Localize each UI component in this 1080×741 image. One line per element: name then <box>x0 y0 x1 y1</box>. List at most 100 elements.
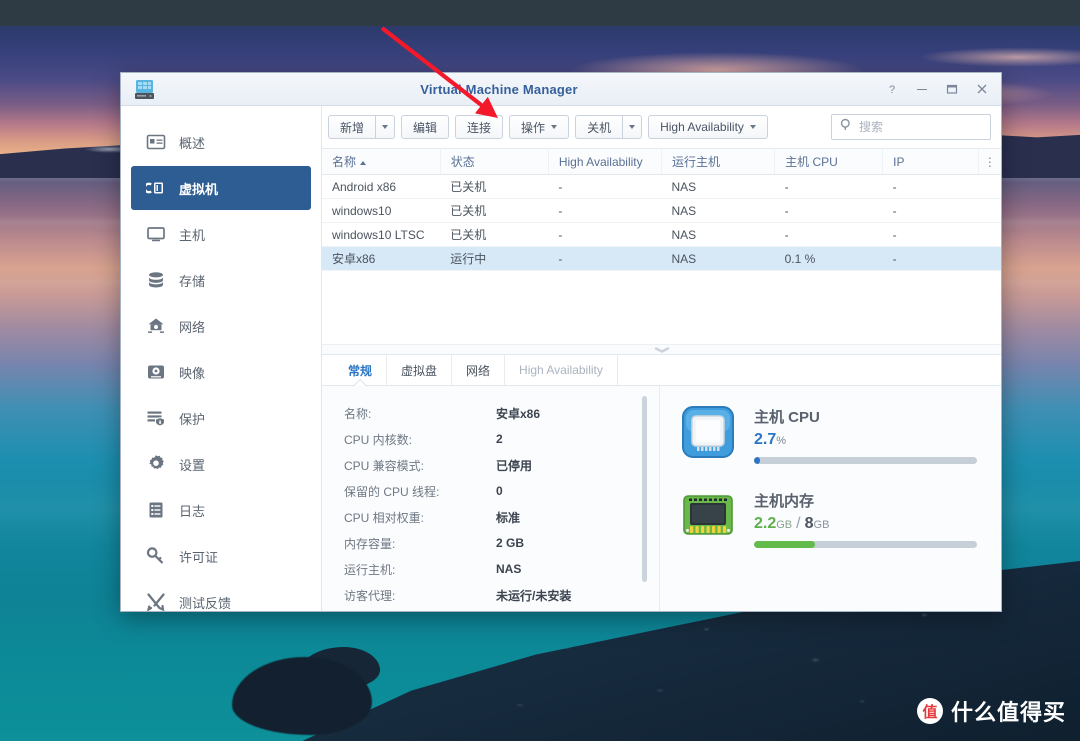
memory-used-number: 2.2 <box>754 515 777 532</box>
dsm-taskbar[interactable] <box>0 0 1080 26</box>
create-button[interactable]: 新增 <box>328 115 376 139</box>
search-input[interactable] <box>859 120 982 134</box>
cell-name: windows10 <box>322 198 441 223</box>
property-row: 保留的 CPU 线程: 0 <box>322 478 659 504</box>
property-key: 运行主机: <box>344 562 396 577</box>
minimize-button[interactable] <box>907 76 937 102</box>
table-empty-area <box>322 271 1001 344</box>
cell-cpu: 0.1 % <box>774 246 883 271</box>
sidebar-item-protection[interactable]: 保护 <box>131 396 311 440</box>
chevron-down-icon <box>551 125 558 129</box>
memory-total-unit: GB <box>813 519 830 531</box>
sidebar-item-label: 日志 <box>179 503 206 519</box>
vmm-window: Virtual Machine Manager ? 概述 虚拟机 主机 存储 网… <box>120 72 1002 612</box>
edit-button[interactable]: 编辑 <box>401 115 450 139</box>
shutdown-dropdown-arrow[interactable] <box>622 115 643 139</box>
column-header-host-cpu[interactable]: 主机 CPU <box>774 148 884 175</box>
tab-network[interactable]: 网络 <box>452 355 506 385</box>
property-key: CPU 相对权重: <box>344 510 425 525</box>
property-value: 已停用 <box>496 458 533 473</box>
create-dropdown-arrow[interactable] <box>375 115 396 139</box>
column-options-menu-icon[interactable]: ⋮ <box>978 148 1001 175</box>
window-title: Virtual Machine Manager <box>420 81 578 97</box>
column-header-high-availability[interactable]: High Availability <box>548 148 662 175</box>
desktop-wallpaper: Virtual Machine Manager ? 概述 虚拟机 主机 存储 网… <box>0 0 1080 741</box>
monitor-icon <box>145 223 167 245</box>
connect-button[interactable]: 连接 <box>455 115 504 139</box>
sidebar-item-image[interactable]: 映像 <box>131 350 311 394</box>
toolbar: 新增 编辑 连接 操作 关机 High Availability 搜索 <box>322 106 1001 148</box>
sidebar-item-license[interactable]: 许可证 <box>131 534 311 578</box>
search-box[interactable] <box>831 114 991 140</box>
column-header-status[interactable]: 状态 <box>440 148 549 175</box>
chevron-down-icon[interactable] <box>653 346 671 353</box>
sidebar-item-storage[interactable]: 存储 <box>131 258 311 302</box>
panel-splitter[interactable] <box>322 344 1001 355</box>
property-key: 访客代理: <box>344 588 396 603</box>
property-row: CPU 相对权重: 标准 <box>322 504 659 530</box>
memory-stat-value: 2.2GB/8GB <box>754 515 977 533</box>
detail-scrollbar[interactable] <box>642 396 647 582</box>
detail-properties: 名称: 安卓x86 CPU 内核数: 2 CPU 兼容模式: 已停用 保留的 C… <box>322 386 660 611</box>
shutdown-button[interactable]: 关机 <box>575 115 623 139</box>
memory-module-icon <box>680 488 736 544</box>
ha-menu-group: High Availability <box>648 115 768 139</box>
cell-spacer <box>978 222 1001 247</box>
cell-spacer <box>978 246 1001 271</box>
sidebar-item-log[interactable]: 日志 <box>131 488 311 532</box>
memory-total-group: 8GB <box>805 515 830 532</box>
connect-button-group: 连接 <box>455 115 504 139</box>
column-header-name[interactable]: 名称 <box>322 148 441 175</box>
close-button[interactable] <box>967 76 997 102</box>
table-row[interactable]: windows10 已关机 - NAS - - <box>322 198 1001 223</box>
overview-icon <box>145 131 167 153</box>
sidebar-item-settings[interactable]: 设置 <box>131 442 311 486</box>
sidebar-item-label: 许可证 <box>179 549 219 565</box>
tab-general[interactable]: 常规 <box>334 355 388 385</box>
property-value: 2 <box>496 432 503 446</box>
table-row[interactable]: windows10 LTSC 已关机 - NAS - - <box>322 222 1001 247</box>
cell-host: NAS <box>661 246 775 271</box>
table-row[interactable]: 安卓x86 运行中 - NAS 0.1 % - <box>322 246 1001 271</box>
memory-used-group: 2.2GB <box>754 515 792 532</box>
cpu-percent-unit: % <box>776 435 787 447</box>
property-value: 未运行/未安装 <box>496 588 572 603</box>
cell-host: NAS <box>661 198 775 223</box>
detail-stats: 主机 CPU 2.7% 主机内存 2.2GB / 8GB <box>660 386 1001 611</box>
property-key: CPU 兼容模式: <box>344 458 425 473</box>
memory-separator: / <box>796 515 801 532</box>
vmm-server-icon <box>131 76 159 104</box>
cell-ip: - <box>882 246 979 271</box>
property-value: 安卓x86 <box>496 406 541 421</box>
sidebar-item-host[interactable]: 主机 <box>131 212 311 256</box>
cell-ha: - <box>548 174 662 199</box>
tab-high-availability: High Availability <box>505 355 618 385</box>
host-memory-stat: 主机内存 2.2GB/8GB <box>680 488 977 548</box>
property-value: 标准 <box>496 510 521 525</box>
help-button[interactable]: ? <box>877 76 907 102</box>
cpu-stat-title: 主机 CPU <box>754 409 820 426</box>
cell-cpu: - <box>774 222 883 247</box>
column-header-running-host[interactable]: 运行主机 <box>661 148 776 175</box>
cell-ip: - <box>882 174 979 199</box>
cell-cpu: - <box>774 174 883 199</box>
column-header-ip[interactable]: IP <box>882 148 979 175</box>
action-menu-button[interactable]: 操作 <box>509 115 570 139</box>
sidebar-item-label: 概述 <box>179 135 206 151</box>
high-availability-button[interactable]: High Availability <box>648 115 768 139</box>
window-titlebar[interactable]: Virtual Machine Manager ? <box>121 73 1001 106</box>
sidebar-item-overview[interactable]: 概述 <box>131 120 311 164</box>
memory-total-number: 8 <box>804 515 814 532</box>
sidebar-item-vm[interactable]: 虚拟机 <box>131 166 311 210</box>
memory-used-unit: GB <box>776 519 793 531</box>
create-split-button: 新增 <box>328 115 396 139</box>
sidebar-item-network[interactable]: 网络 <box>131 304 311 348</box>
maximize-button[interactable] <box>937 76 967 102</box>
sidebar-item-label: 保护 <box>179 411 206 427</box>
table-row[interactable]: Android x86 已关机 - NAS - - <box>322 174 1001 199</box>
tab-virtual-disk[interactable]: 虚拟盘 <box>387 355 453 385</box>
cell-host: NAS <box>661 222 775 247</box>
chevron-down-icon <box>629 125 636 129</box>
sidebar: 概述 虚拟机 主机 存储 网络 映像 保护 设置 日志 许可证 测试反馈 <box>121 106 322 611</box>
sidebar-item-feedback[interactable]: 测试反馈 <box>131 580 311 611</box>
